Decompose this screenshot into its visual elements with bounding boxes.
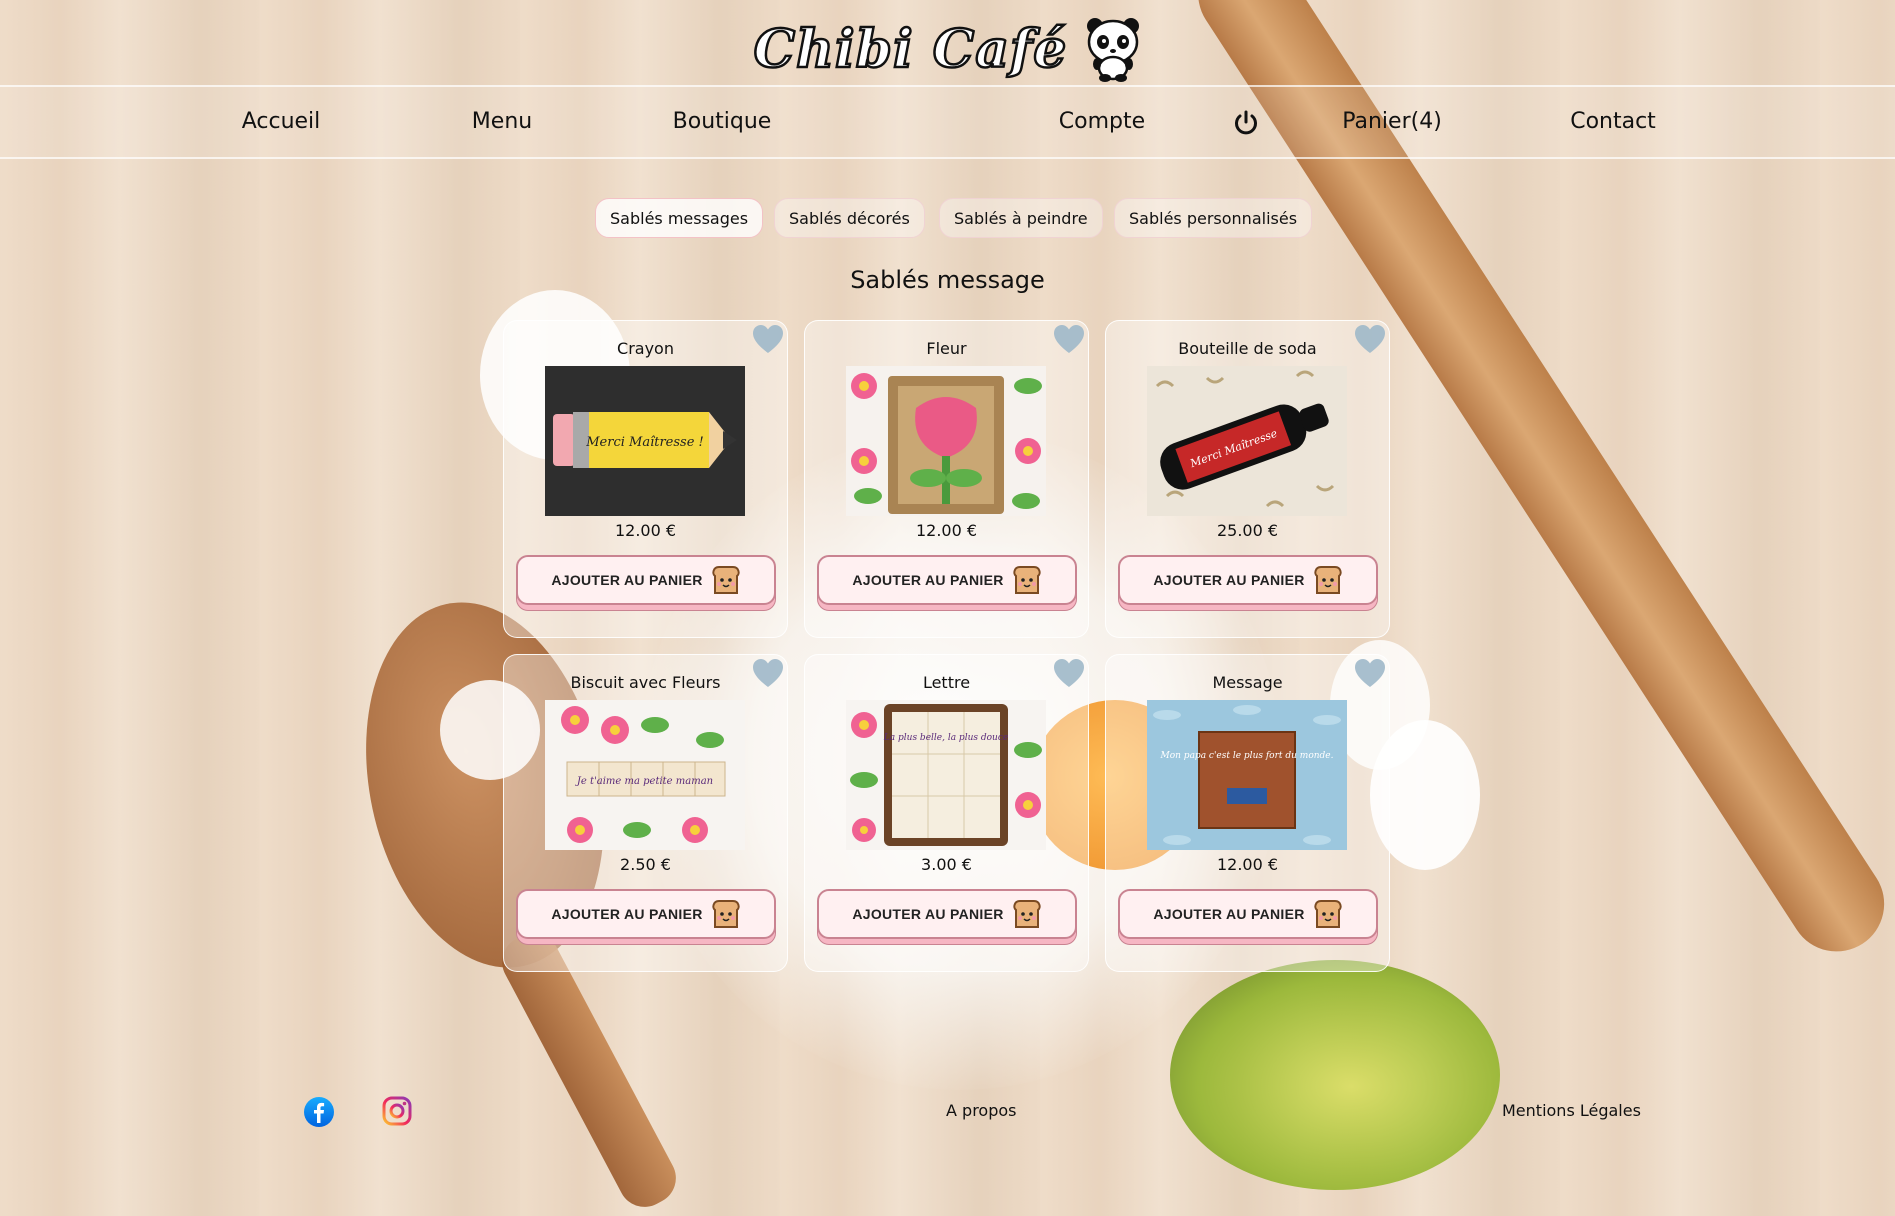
- toast-icon: [1013, 566, 1041, 594]
- site-logo[interactable]: Chibi Café: [752, 17, 1067, 81]
- product-name: Fleur: [926, 339, 967, 358]
- product-image[interactable]: [846, 366, 1046, 516]
- add-to-cart-label: AJOUTER AU PANIER: [852, 906, 1004, 922]
- product-card: Biscuit avec Fleurs Je t'aime ma petite …: [503, 654, 788, 972]
- add-to-cart-label: AJOUTER AU PANIER: [1153, 906, 1305, 922]
- toast-icon: [712, 566, 740, 594]
- product-name: Biscuit avec Fleurs: [570, 673, 721, 692]
- toast-icon: [1013, 900, 1041, 928]
- product-image[interactable]: Je t'aime ma petite maman: [545, 700, 745, 850]
- toast-icon: [1314, 566, 1342, 594]
- section-title: Sablés message: [850, 266, 1045, 294]
- product-image[interactable]: La plus belle, la plus douce: [846, 700, 1046, 850]
- biscuit-text: Je t'aime ma petite maman: [575, 776, 713, 787]
- add-to-cart-label: AJOUTER AU PANIER: [852, 572, 1004, 588]
- product-name: Bouteille de soda: [1178, 339, 1317, 358]
- product-card: Crayon Merci Maîtresse ! 12.00 € AJOUTER…: [503, 320, 788, 638]
- panda-icon: [1087, 18, 1140, 82]
- product-name: Crayon: [617, 339, 674, 358]
- product-card: Message Mon papa c'est le plus fort du m…: [1105, 654, 1390, 972]
- filter-sables-personnalises[interactable]: Sablés personnalisés: [1114, 198, 1313, 238]
- add-to-cart-button[interactable]: AJOUTER AU PANIER: [817, 555, 1077, 611]
- facebook-icon[interactable]: [303, 1096, 335, 1128]
- add-to-cart-button[interactable]: AJOUTER AU PANIER: [1118, 555, 1378, 611]
- add-to-cart-button[interactable]: AJOUTER AU PANIER: [516, 555, 776, 611]
- nav-accueil[interactable]: Accueil: [242, 109, 321, 134]
- add-to-cart-button[interactable]: AJOUTER AU PANIER: [1118, 889, 1378, 945]
- power-icon[interactable]: [1232, 109, 1260, 137]
- product-card: Lettre La plus belle, la plus douce 3.00…: [804, 654, 1089, 972]
- add-to-cart-button[interactable]: AJOUTER AU PANIER: [516, 889, 776, 945]
- product-price: 12.00 €: [1216, 855, 1279, 874]
- product-name: Message: [1212, 673, 1283, 692]
- filter-sables-a-peindre[interactable]: Sablés à peindre: [939, 198, 1103, 238]
- product-image[interactable]: Merci Maîtresse: [1147, 366, 1347, 516]
- product-image[interactable]: Mon papa c'est le plus fort du monde.: [1147, 700, 1347, 850]
- product-card: Bouteille de soda Merci Maîtresse 25.00 …: [1105, 320, 1390, 638]
- add-to-cart-label: AJOUTER AU PANIER: [551, 572, 703, 588]
- lettre-text: La plus belle, la plus douce: [883, 733, 1008, 743]
- main-nav: Accueil Menu Boutique Compte Panier(4) C…: [0, 85, 1895, 159]
- site-header: Chibi Café: [0, 12, 1895, 86]
- footer-about-link[interactable]: A propos: [946, 1101, 1016, 1120]
- product-card: Fleur 12.00 € AJOUTER AU PANIER: [804, 320, 1089, 638]
- product-price: 25.00 €: [1216, 521, 1279, 540]
- crayon-text: Merci Maîtresse !: [585, 435, 704, 450]
- nav-contact[interactable]: Contact: [1570, 109, 1656, 134]
- message-text: Mon papa c'est le plus fort du monde.: [1160, 751, 1334, 761]
- nav-menu[interactable]: Menu: [472, 109, 532, 134]
- product-price: 12.00 €: [614, 521, 677, 540]
- add-to-cart-label: AJOUTER AU PANIER: [1153, 572, 1305, 588]
- oil-bowl-decoration: [1170, 960, 1500, 1190]
- product-price: 3.00 €: [921, 855, 972, 874]
- filter-sables-decores[interactable]: Sablés décorés: [774, 198, 925, 238]
- filter-sables-messages[interactable]: Sablés messages: [595, 198, 764, 238]
- product-image[interactable]: Merci Maîtresse !: [545, 366, 745, 516]
- product-price: 12.00 €: [915, 521, 978, 540]
- toast-icon: [1314, 900, 1342, 928]
- add-to-cart-button[interactable]: AJOUTER AU PANIER: [817, 889, 1077, 945]
- instagram-icon[interactable]: [381, 1095, 413, 1127]
- product-name: Lettre: [922, 673, 971, 692]
- product-price: 2.50 €: [620, 855, 671, 874]
- footer-legal-link[interactable]: Mentions Légales: [1502, 1101, 1641, 1120]
- add-to-cart-label: AJOUTER AU PANIER: [551, 906, 703, 922]
- toast-icon: [712, 900, 740, 928]
- nav-boutique[interactable]: Boutique: [673, 109, 772, 134]
- nav-panier[interactable]: Panier(4): [1342, 109, 1442, 134]
- nav-compte[interactable]: Compte: [1059, 109, 1145, 134]
